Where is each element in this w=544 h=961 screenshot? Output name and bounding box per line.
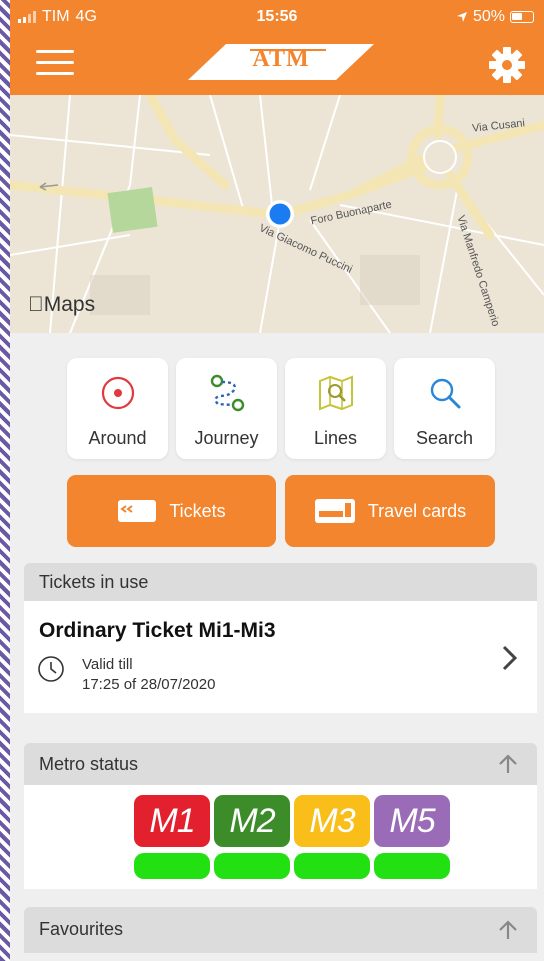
valid-label: Valid till — [82, 656, 133, 673]
status-right: 50% — [456, 8, 534, 26]
app-header: TIM 4G 15:56 50% ATM — [10, 0, 544, 95]
battery-icon — [510, 11, 534, 23]
current-location-marker — [266, 200, 294, 228]
search-label: Search — [415, 428, 474, 448]
around-button[interactable]: Around — [67, 358, 168, 459]
maps-brand: Maps — [28, 293, 95, 316]
ticket-icon — [118, 500, 157, 522]
clock-icon — [38, 656, 64, 682]
arrow-up-icon[interactable] — [497, 753, 519, 775]
lines-button[interactable]: Lines — [285, 358, 386, 459]
ticket-name: Ordinary Ticket Mi1-Mi3 — [39, 619, 276, 642]
atm-logo: ATM — [188, 42, 374, 82]
metro-line-status-bar — [134, 853, 210, 879]
travel-cards-button[interactable]: Travel cards — [285, 475, 495, 547]
apple-logo-icon:  — [28, 293, 44, 316]
metro-line-badge[interactable]: M3 — [294, 795, 370, 847]
travel-cards-label: Travel cards — [367, 500, 467, 521]
location-target-icon — [101, 376, 135, 410]
gear-icon — [489, 47, 525, 83]
metro-line-badge[interactable]: M2 — [214, 795, 290, 847]
chevron-right-icon — [502, 645, 518, 671]
metro-line-badge[interactable]: M5 — [374, 795, 450, 847]
tickets-button[interactable]: Tickets — [67, 475, 276, 547]
journey-button[interactable]: Journey — [176, 358, 277, 459]
background-strip — [0, 0, 10, 961]
tickets-label: Tickets — [169, 500, 226, 521]
tickets-in-use-header: Tickets in use — [24, 563, 537, 601]
metro-line-status-bar — [294, 853, 370, 879]
atm-app: TIM 4G 15:56 50% ATM Via Cusani Foro Buo… — [10, 0, 544, 961]
section-title: Metro status — [39, 754, 139, 774]
ticket-validity: Valid till 17:25 of 28/07/2020 — [82, 655, 215, 695]
settings-button[interactable] — [488, 46, 526, 84]
section-title: Favourites — [39, 919, 124, 939]
section-title: Tickets in use — [39, 572, 149, 592]
around-label: Around — [88, 428, 147, 448]
route-icon — [210, 374, 245, 412]
metro-status-panel: M1 M2 M3 M5 — [24, 785, 537, 889]
battery-percent: 50% — [472, 8, 505, 25]
metro-status-header: Metro status — [24, 743, 537, 785]
phone-screen: TIM 4G 15:56 50% ATM Via Cusani Foro Buo… — [0, 0, 544, 961]
favourites-header: Favourites — [24, 907, 537, 953]
logo-text: ATM — [252, 46, 310, 72]
journey-label: Journey — [194, 428, 259, 448]
metro-line-status-bar — [374, 853, 450, 879]
search-button[interactable]: Search — [394, 358, 495, 459]
travel-card-icon — [314, 499, 355, 523]
menu-button[interactable] — [36, 50, 74, 78]
location-arrow-icon — [456, 12, 467, 22]
ticket-card[interactable]: Ordinary Ticket Mi1-Mi3 Valid till 17:25… — [24, 601, 537, 713]
arrow-up-icon[interactable] — [497, 919, 519, 941]
search-icon — [430, 378, 461, 409]
valid-until: 17:25 of 28/07/2020 — [82, 676, 216, 693]
metro-line-badge[interactable]: M1 — [134, 795, 210, 847]
map-lines-icon — [319, 375, 353, 411]
map-view[interactable]: Via Cusani Foro Buonaparte Via Giacomo P… — [10, 95, 544, 333]
metro-line-status-bar — [214, 853, 290, 879]
lines-label: Lines — [313, 428, 358, 448]
